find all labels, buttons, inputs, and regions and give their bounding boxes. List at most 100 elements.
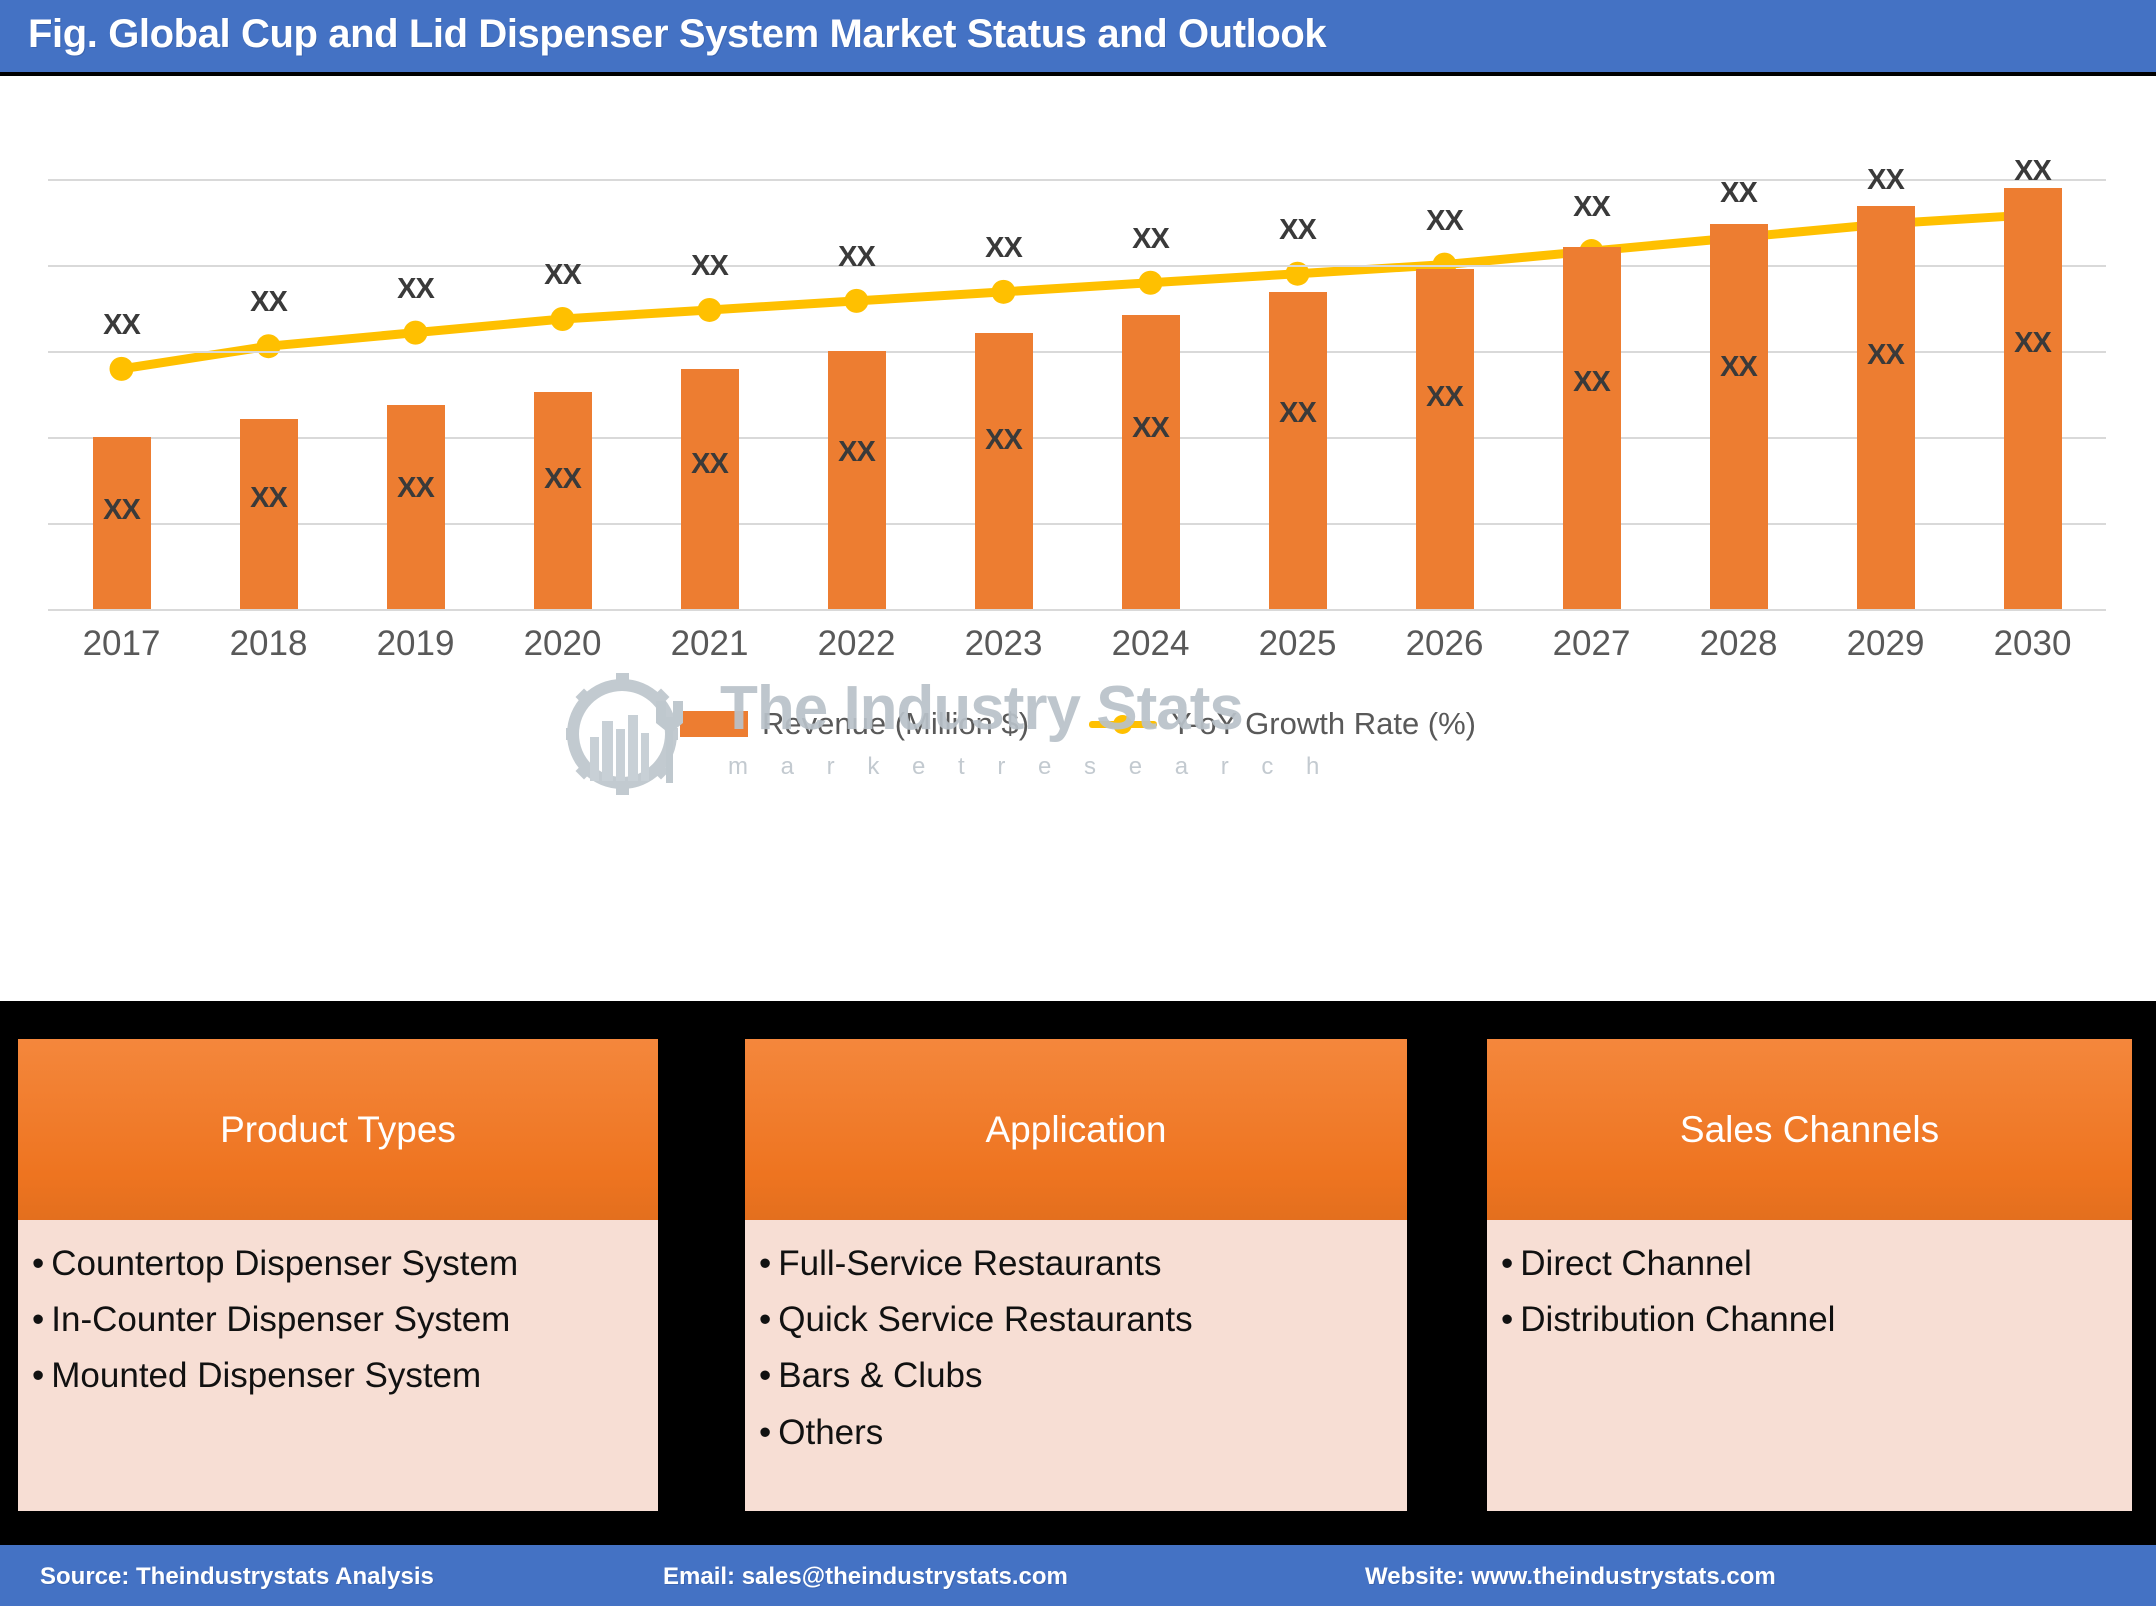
panel-sales-channels: Sales Channels • Direct Channel • Distribut… [1487, 1039, 2132, 1511]
line-value-label: XX [1720, 177, 1758, 210]
bar-2018: XX [239, 418, 298, 609]
line-value-label: XX [2014, 154, 2052, 187]
header-bar: Fig. Global Cup and Lid Dispenser System… [0, 0, 2156, 76]
growth-rate-line-series [109, 202, 2045, 381]
list-item: • In-Counter Dispenser System [32, 1300, 644, 1339]
chart-gridline [48, 436, 2106, 439]
bar-value-label: XX [691, 448, 729, 481]
bar-2021: XX [680, 368, 739, 609]
panel-title-sales-channels: Sales Channels [1679, 1108, 1940, 1150]
bullet-icon: • [759, 1412, 772, 1452]
list-item-label: Others [778, 1412, 884, 1452]
line-value-label: XX [985, 231, 1023, 264]
panel-title-product-types: Product Types [220, 1108, 456, 1150]
segment-panels: Product Types • Countertop Dispenser Syst… [0, 1001, 2156, 1541]
legend-bar-swatch-icon [679, 711, 748, 737]
bar-2022: XX [827, 350, 886, 609]
bar-value-label: XX [397, 472, 435, 505]
line-marker-2022 [844, 288, 869, 313]
line-marker-2021 [697, 297, 722, 322]
line-value-label: XX [1867, 163, 1905, 196]
line-value-label: XX [838, 240, 876, 273]
line-marker-2018 [256, 334, 281, 359]
bar-value-label: XX [1720, 350, 1758, 383]
x-tick-2018: 2018 [229, 624, 308, 663]
chart-gridline [48, 264, 2106, 267]
line-value-label: XX [1573, 191, 1611, 224]
list-item: • Mounted Dispenser System [32, 1356, 644, 1395]
bar-2025: XX [1268, 291, 1327, 609]
list-item: • Distribution Channel [1501, 1300, 2118, 1339]
line-value-label: XX [1132, 222, 1170, 255]
line-marker-2020 [550, 307, 575, 332]
bar-value-label: XX [1279, 396, 1317, 429]
line-value-label: XX [544, 259, 582, 292]
legend-item-growth-rate[interactable]: Y-oY Growth Rate (%) [1089, 706, 1476, 742]
x-tick-2027: 2027 [1552, 624, 1631, 663]
chart-legend: Revenue (Million $) Y-oY Growth Rate (%) [0, 706, 2156, 742]
footer-bar: Source: Theindustrystats Analysis Email:… [0, 1541, 2156, 1606]
legend-item-revenue[interactable]: Revenue (Million $) [679, 706, 1029, 742]
footer-website[interactable]: Website: www.theindustrystats.com [1365, 1563, 1776, 1591]
bar-2017: XX [92, 436, 151, 609]
line-marker-2024 [1138, 270, 1163, 295]
line-marker-2017 [109, 356, 134, 381]
list-item: • Others [759, 1413, 1393, 1452]
line-value-label: XX [691, 249, 729, 282]
panel-product-types: Product Types • Countertop Dispenser Syst… [18, 1039, 658, 1511]
list-item: • Bars & Clubs [759, 1356, 1393, 1395]
bar-value-label: XX [1573, 366, 1611, 399]
bullet-icon: • [1501, 1244, 1514, 1283]
infographic-page: Fig. Global Cup and Lid Dispenser System… [0, 0, 2156, 1606]
footer-email[interactable]: Email: sales@theindustrystats.com [663, 1563, 1068, 1591]
line-marker-2019 [403, 320, 428, 345]
x-tick-2025: 2025 [1258, 624, 1337, 663]
panel-body-product-types: • Countertop Dispenser System • In-Counter … [18, 1220, 658, 1511]
bar-value-label: XX [103, 493, 141, 526]
x-tick-2028: 2028 [1699, 624, 1778, 663]
panel-body-sales-channels: • Direct Channel • Distribution Channel [1487, 1220, 2132, 1511]
bar-2030: XX [2003, 187, 2062, 609]
line-value-label: XX [1426, 204, 1464, 237]
bar-value-label: XX [1867, 338, 1905, 371]
bar-value-label: XX [544, 463, 582, 496]
bar-2029: XX [1856, 205, 1915, 609]
bar-2023: XX [974, 332, 1033, 609]
x-tick-2023: 2023 [964, 624, 1043, 663]
bar-value-label: XX [985, 423, 1023, 456]
bar-value-label: XX [2014, 326, 2052, 359]
bullet-icon: • [32, 1244, 45, 1283]
legend-label-growth-rate: Y-oY Growth Rate (%) [1171, 706, 1477, 741]
x-axis-labels: 2017 2018 2019 2020 2021 2022 2023 2024 2025 2026… [48, 624, 2106, 676]
list-item-label: Bars & Clubs [778, 1356, 983, 1396]
panel-header-application: Application [745, 1039, 1407, 1220]
x-tick-2026: 2026 [1405, 624, 1484, 663]
bar-2026: XX [1415, 269, 1474, 609]
bar-2019: XX [386, 405, 445, 609]
list-item-label: Distribution Channel [1520, 1300, 1836, 1340]
chart-gridline [48, 609, 2106, 611]
bullet-icon: • [32, 1356, 45, 1396]
bullet-icon: • [32, 1300, 45, 1340]
chart-gridline [48, 350, 2106, 353]
list-item: • Full-Service Restaurants [759, 1244, 1393, 1283]
list-item: • Quick Service Restaurants [759, 1300, 1393, 1339]
bar-value-label: XX [838, 435, 876, 468]
panel-title-application: Application [985, 1108, 1167, 1150]
page-title: Fig. Global Cup and Lid Dispenser System… [28, 12, 1327, 56]
bullet-icon: • [759, 1244, 772, 1283]
chart-gridline [48, 178, 2106, 181]
x-tick-2029: 2029 [1846, 624, 1925, 663]
x-tick-2024: 2024 [1111, 624, 1190, 663]
list-item-label: Full-Service Restaurants [778, 1244, 1162, 1283]
line-marker-2023 [991, 279, 1016, 304]
bar-2020: XX [533, 391, 592, 609]
line-value-label: XX [397, 272, 435, 305]
x-tick-2019: 2019 [376, 624, 455, 663]
list-item-label: Quick Service Restaurants [778, 1300, 1193, 1340]
panel-header-product-types: Product Types [18, 1039, 658, 1220]
watermark-subtext: m a r k e t r e s e a r c h [728, 753, 1333, 780]
panel-application: Application • Full-Service Restaurants • Qu… [745, 1039, 1407, 1511]
list-item-label: Mounted Dispenser System [51, 1356, 482, 1396]
legend-line-swatch-icon [1089, 711, 1158, 737]
